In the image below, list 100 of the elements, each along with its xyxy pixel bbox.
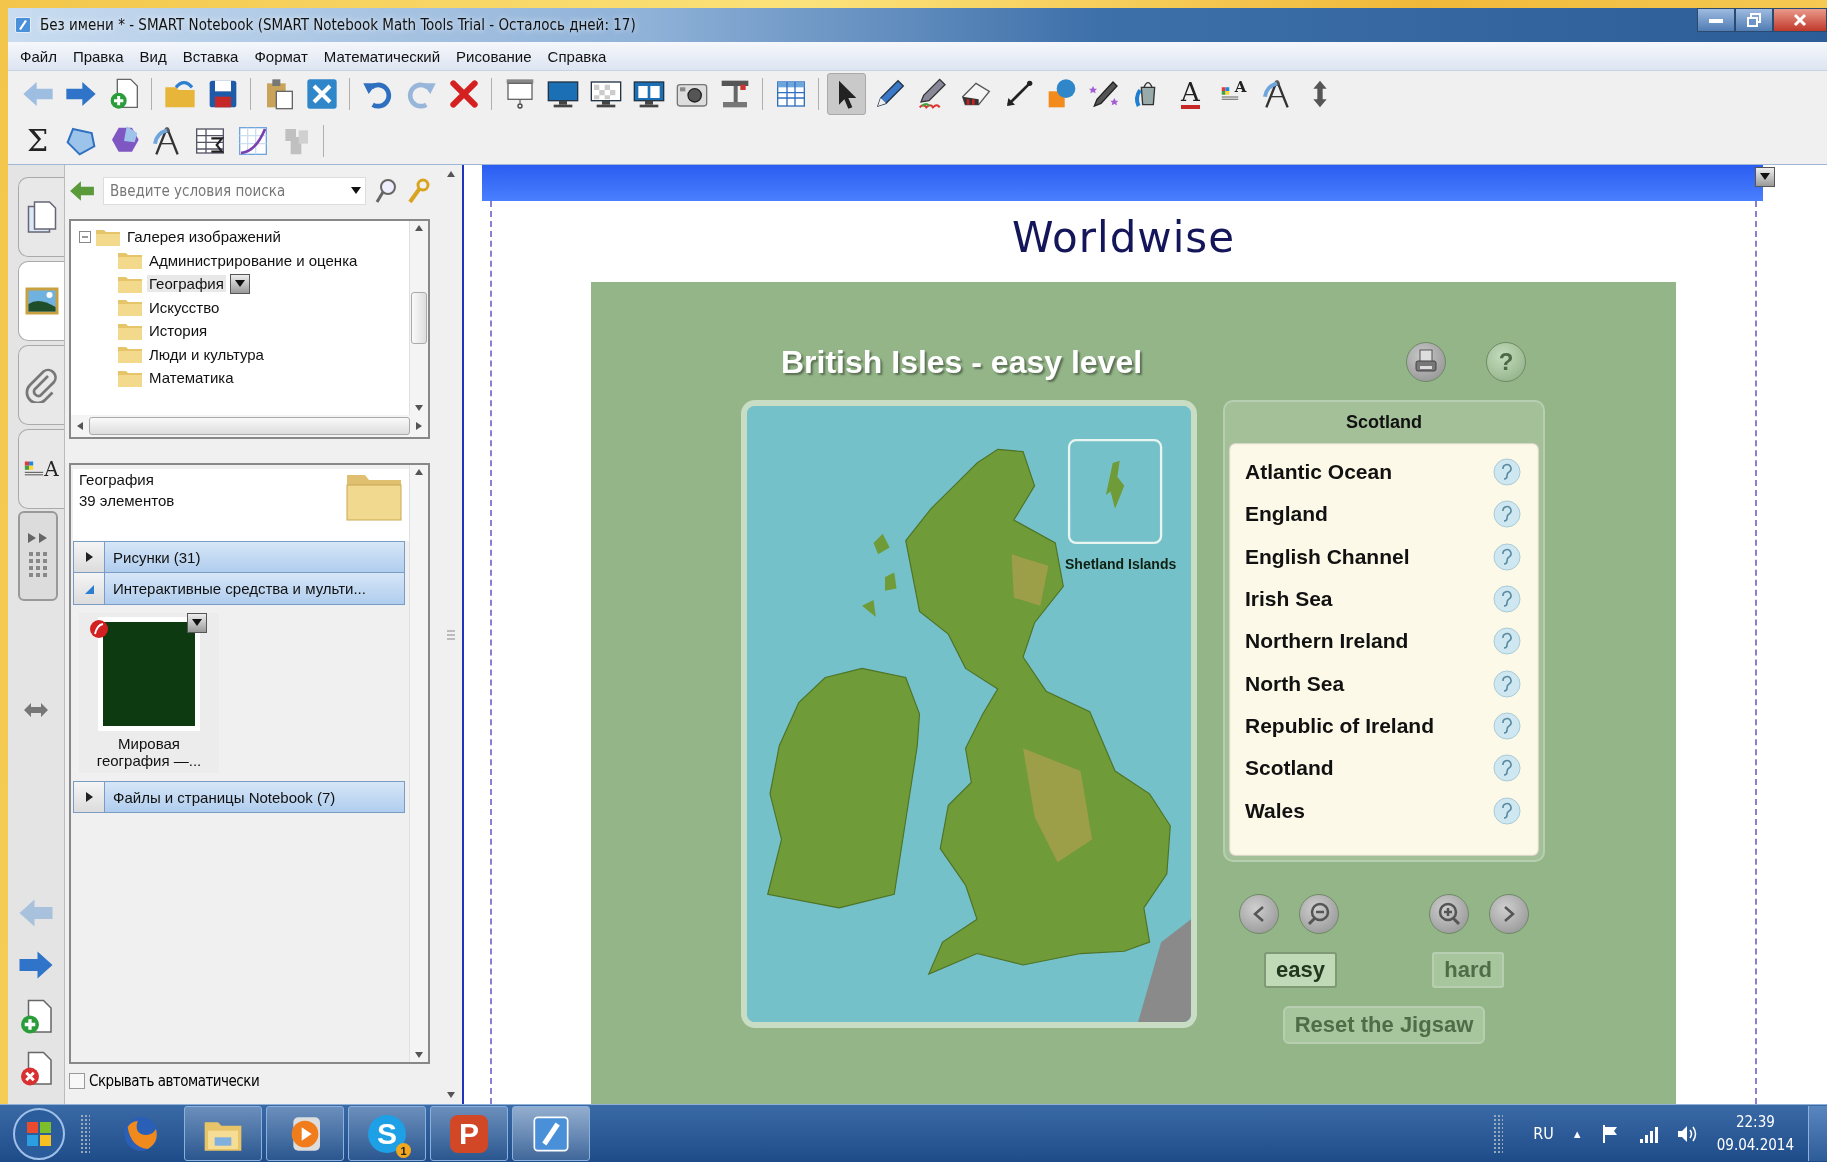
- place-name[interactable]: English Channel: [1245, 544, 1410, 569]
- pages-tab[interactable]: [18, 177, 64, 257]
- dropdown-arrow-icon: [234, 279, 245, 288]
- properties-tab[interactable]: A: [18, 429, 64, 509]
- menu-item[interactable]: Вид: [131, 44, 175, 68]
- place-name[interactable]: Wales: [1245, 798, 1305, 823]
- select-tool-button[interactable]: [827, 73, 866, 116]
- minimize-button[interactable]: [1697, 8, 1735, 32]
- explorer-taskbar-button[interactable]: [184, 1106, 262, 1161]
- scroll-down-icon[interactable]: [447, 1092, 455, 1098]
- place-name[interactable]: North Sea: [1245, 671, 1345, 696]
- zoom-in-button[interactable]: [1429, 893, 1469, 934]
- media-taskbar-button[interactable]: [266, 1106, 344, 1161]
- checkbox-label[interactable]: Скрывать автоматически: [89, 1072, 260, 1090]
- properties-tool-button[interactable]: A: [1214, 73, 1253, 116]
- help-button[interactable]: ?: [1486, 342, 1526, 382]
- signal-icon[interactable]: [1638, 1124, 1659, 1143]
- category-header[interactable]: Файлы и страницы Notebook (7): [73, 781, 405, 813]
- search-field[interactable]: Введите условия поиска: [103, 177, 366, 205]
- level-button[interactable]: easy: [1264, 951, 1337, 988]
- tree-item[interactable]: Люди и культура: [147, 345, 266, 363]
- menu-item[interactable]: Рисование: [448, 44, 540, 68]
- ear-icon: [1493, 500, 1521, 529]
- menu-item[interactable]: Справка: [539, 44, 615, 68]
- language-indicator[interactable]: RU: [1533, 1124, 1554, 1143]
- close-icon: [1793, 13, 1807, 27]
- place-name[interactable]: Republic of Ireland: [1245, 713, 1435, 738]
- menu-item[interactable]: Формат: [246, 44, 316, 68]
- listen-button[interactable]: [1493, 754, 1521, 783]
- print-button[interactable]: [1406, 342, 1446, 382]
- tree-item[interactable]: География: [147, 275, 226, 293]
- listen-button[interactable]: [1493, 458, 1521, 487]
- sigma-tool-button[interactable]: Σ: [18, 119, 57, 162]
- scroll-right-icon[interactable]: [416, 422, 422, 430]
- attachments-tab[interactable]: [18, 345, 64, 425]
- show-hidden-icons-button[interactable]: ▲: [1571, 1127, 1583, 1140]
- folder-name: География: [79, 471, 155, 488]
- gallery-tab[interactable]: [18, 261, 64, 341]
- page-menu-button[interactable]: [1755, 167, 1775, 187]
- restore-icon: [1747, 13, 1761, 27]
- presentation-taskbar-button[interactable]: P: [430, 1106, 508, 1161]
- ear-icon: [1493, 542, 1521, 571]
- tree-item[interactable]: Галерея изображений: [125, 228, 283, 246]
- search-icon[interactable]: [374, 178, 398, 204]
- ear-icon: [1493, 627, 1521, 656]
- scroll-up-icon[interactable]: [447, 171, 455, 177]
- tree-item[interactable]: История: [147, 322, 210, 340]
- double-arrow-icon[interactable]: [23, 701, 49, 719]
- menu-item[interactable]: Файл: [12, 44, 65, 68]
- dropdown-button[interactable]: [229, 273, 250, 294]
- scroll-down-icon[interactable]: [415, 1052, 423, 1058]
- next-button[interactable]: [1489, 893, 1529, 934]
- listen-button[interactable]: [1493, 796, 1521, 825]
- dropdown-arrow-icon[interactable]: [351, 187, 361, 195]
- scroll-up-icon[interactable]: [415, 225, 423, 231]
- place-name[interactable]: Northern Ireland: [1245, 629, 1409, 654]
- thumbnail-placeholder[interactable]: [98, 617, 200, 731]
- place-name[interactable]: Irish Sea: [1245, 587, 1333, 612]
- listen-button[interactable]: [1493, 669, 1521, 698]
- dropdown-arrow-icon: [1760, 173, 1770, 181]
- text-tool-button[interactable]: A: [1171, 73, 1210, 116]
- place-name[interactable]: England: [1245, 502, 1328, 527]
- start-button[interactable]: [10, 1106, 68, 1161]
- previous-button[interactable]: [1239, 893, 1279, 934]
- delete-page-icon: [18, 1050, 54, 1087]
- horizontal-scrollbar[interactable]: [71, 415, 428, 437]
- listen-button[interactable]: [1493, 711, 1521, 740]
- zoom-out-button[interactable]: [1299, 893, 1339, 934]
- collapse-icon[interactable]: [79, 230, 91, 243]
- folder-icon: [117, 344, 143, 365]
- back-arrow-icon[interactable]: [69, 180, 95, 202]
- place-name[interactable]: Atlantic Ocean: [1245, 460, 1393, 485]
- show-desktop-button[interactable]: [1808, 1106, 1827, 1161]
- close-button[interactable]: [1773, 8, 1827, 32]
- graph-icon: [236, 124, 269, 157]
- menu-item[interactable]: Математический: [315, 44, 449, 68]
- tree-item[interactable]: Искусство: [147, 298, 222, 316]
- grip-icon[interactable]: [447, 629, 455, 640]
- tree-item[interactable]: Математика: [147, 369, 236, 387]
- scroll-down-icon[interactable]: [415, 405, 423, 411]
- checkbox[interactable]: [69, 1073, 85, 1089]
- menu-item[interactable]: Правка: [64, 44, 132, 68]
- expand-panel-button[interactable]: [18, 511, 58, 601]
- listen-button[interactable]: [1493, 585, 1521, 614]
- notebook-taskbar-button[interactable]: [512, 1106, 590, 1161]
- listen-button[interactable]: [1493, 542, 1521, 571]
- restore-button[interactable]: [1735, 8, 1773, 32]
- page-title: Worldwise: [1011, 213, 1236, 262]
- scroll-thumb[interactable]: [411, 292, 427, 344]
- category-header[interactable]: Интерактивные средства и мульти...: [73, 573, 405, 605]
- map-label: Shetland Islands: [1065, 556, 1177, 572]
- dropdown-button[interactable]: [187, 613, 207, 633]
- scroll-left-icon[interactable]: [77, 422, 83, 430]
- category-header[interactable]: Рисунки (31): [73, 541, 405, 573]
- menu-item[interactable]: Вставка: [174, 44, 247, 68]
- place-name[interactable]: Scotland: [1245, 756, 1334, 781]
- listen-button[interactable]: [1493, 627, 1521, 656]
- scroll-up-icon[interactable]: [415, 469, 423, 475]
- listen-button[interactable]: [1493, 500, 1521, 529]
- tree-item[interactable]: Администрирование и оценка: [147, 251, 360, 269]
